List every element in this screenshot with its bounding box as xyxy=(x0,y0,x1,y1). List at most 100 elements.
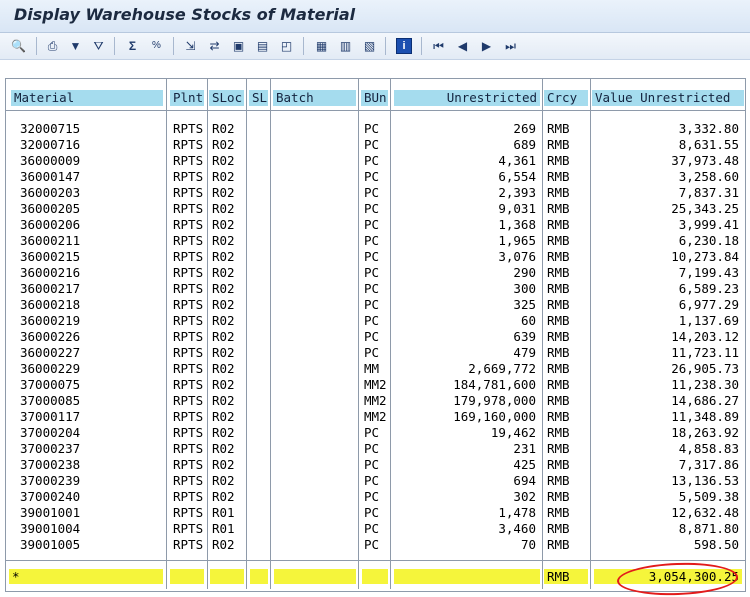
cell-sloc[interactable]: R02 xyxy=(209,442,245,456)
cell-value[interactable]: 11,348.89 xyxy=(594,410,742,424)
table-row[interactable]: 36000227 RPTS R02 PC 479 RMB 11,723.11 xyxy=(6,345,745,361)
cell-material[interactable]: 37000237 xyxy=(17,442,164,456)
cell-material[interactable]: 36000215 xyxy=(17,250,164,264)
cell-sl[interactable] xyxy=(250,186,268,200)
cell-plnt[interactable]: RPTS xyxy=(170,234,205,248)
cell-sl[interactable] xyxy=(250,410,268,424)
detail-icon[interactable]: 🔍 xyxy=(10,37,27,54)
cell-crcy[interactable]: RMB xyxy=(544,234,589,248)
cell-bun[interactable]: PC xyxy=(361,298,389,312)
table-icon[interactable]: ▦ xyxy=(313,37,330,54)
cell-value[interactable]: 37,973.48 xyxy=(594,154,742,168)
cell-material[interactable]: 36000205 xyxy=(17,202,164,216)
cell-sloc[interactable]: R01 xyxy=(209,522,245,536)
cell-sloc[interactable]: R02 xyxy=(209,298,245,312)
cell-plnt[interactable]: RPTS xyxy=(170,378,205,392)
cell-sl[interactable] xyxy=(250,266,268,280)
column-header-value[interactable]: Value Unrestricted xyxy=(592,90,744,106)
cell-value[interactable]: 12,632.48 xyxy=(594,506,742,520)
cell-bun[interactable]: PC xyxy=(361,218,389,232)
cell-bun[interactable]: PC xyxy=(361,522,389,536)
print-icon[interactable]: ⎙ xyxy=(44,37,61,54)
cell-sl[interactable] xyxy=(250,314,268,328)
cell-plnt[interactable]: RPTS xyxy=(170,186,205,200)
cell-unrestricted[interactable]: 639 xyxy=(394,330,539,344)
cell-sloc[interactable]: R02 xyxy=(209,250,245,264)
cell-material[interactable]: 36000227 xyxy=(17,346,164,360)
cell-plnt[interactable]: RPTS xyxy=(170,538,205,552)
cell-bun[interactable]: PC xyxy=(361,314,389,328)
cell-unrestricted[interactable]: 6,554 xyxy=(394,170,539,184)
cell-plnt[interactable]: RPTS xyxy=(170,458,205,472)
table-row[interactable]: 37000237 RPTS R02 PC 231 RMB 4,858.83 xyxy=(6,441,745,457)
column-header-bun[interactable]: BUn xyxy=(361,90,388,106)
cell-plnt[interactable]: RPTS xyxy=(170,250,205,264)
select-layout-icon[interactable]: ▣ xyxy=(230,37,247,54)
cell-sloc[interactable]: R02 xyxy=(209,218,245,232)
cell-plnt[interactable]: RPTS xyxy=(170,266,205,280)
cell-sl[interactable] xyxy=(250,234,268,248)
cell-sloc[interactable]: R02 xyxy=(209,138,245,152)
cell-plnt[interactable]: RPTS xyxy=(170,298,205,312)
cell-bun[interactable]: PC xyxy=(361,154,389,168)
cell-value[interactable]: 6,230.18 xyxy=(594,234,742,248)
cell-value[interactable]: 13,136.53 xyxy=(594,474,742,488)
cell-batch[interactable] xyxy=(274,394,356,408)
table-row[interactable]: 37000085 RPTS R02 MM2 179,978,000 RMB 14,686.2… xyxy=(6,393,745,409)
cell-crcy[interactable]: RMB xyxy=(544,490,589,504)
cell-plnt[interactable]: RPTS xyxy=(170,506,205,520)
cell-sloc[interactable]: R02 xyxy=(209,346,245,360)
cell-value[interactable]: 3,258.60 xyxy=(594,170,742,184)
cell-bun[interactable]: PC xyxy=(361,122,389,136)
cell-batch[interactable] xyxy=(274,202,356,216)
last-page-icon[interactable]: ⏭ xyxy=(502,37,519,54)
cell-sl[interactable] xyxy=(250,218,268,232)
cell-sloc[interactable]: R02 xyxy=(209,410,245,424)
cell-bun[interactable]: PC xyxy=(361,202,389,216)
cell-unrestricted[interactable]: 169,160,000 xyxy=(394,410,539,424)
cell-crcy[interactable]: RMB xyxy=(544,506,589,520)
cell-material[interactable]: 37000075 xyxy=(17,378,164,392)
cell-sloc[interactable]: R02 xyxy=(209,266,245,280)
cell-value[interactable]: 11,723.11 xyxy=(594,346,742,360)
cell-batch[interactable] xyxy=(274,538,356,552)
cell-unrestricted[interactable]: 60 xyxy=(394,314,539,328)
cell-sl[interactable] xyxy=(250,442,268,456)
cell-unrestricted[interactable]: 1,368 xyxy=(394,218,539,232)
cell-sloc[interactable]: R02 xyxy=(209,282,245,296)
next-page-icon[interactable]: ▶ xyxy=(478,37,495,54)
cell-sloc[interactable]: R02 xyxy=(209,458,245,472)
save-layout-icon[interactable]: ▤ xyxy=(254,37,271,54)
cell-value[interactable]: 7,837.31 xyxy=(594,186,742,200)
cell-sloc[interactable]: R02 xyxy=(209,170,245,184)
subtotal-icon[interactable]: % xyxy=(148,37,165,54)
cell-bun[interactable]: PC xyxy=(361,186,389,200)
cell-sl[interactable] xyxy=(250,202,268,216)
cell-material[interactable]: 36000216 xyxy=(17,266,164,280)
info-icon[interactable]: i xyxy=(396,38,412,54)
cell-crcy[interactable]: RMB xyxy=(544,458,589,472)
cell-bun[interactable]: PC xyxy=(361,506,389,520)
cell-crcy[interactable]: RMB xyxy=(544,186,589,200)
cell-crcy[interactable]: RMB xyxy=(544,202,589,216)
table-row[interactable]: 37000204 RPTS R02 PC 19,462 RMB 18,263.92 xyxy=(6,425,745,441)
cell-bun[interactable]: PC xyxy=(361,490,389,504)
first-page-icon[interactable]: ⏮ xyxy=(430,37,447,54)
cell-sloc[interactable]: R02 xyxy=(209,234,245,248)
cell-material[interactable]: 37000238 xyxy=(17,458,164,472)
column-header-unrestricted[interactable]: Unrestricted xyxy=(394,90,540,106)
table-row[interactable]: 37000240 RPTS R02 PC 302 RMB 5,509.38 xyxy=(6,489,745,505)
cell-batch[interactable] xyxy=(274,490,356,504)
cell-bun[interactable]: MM xyxy=(361,362,389,376)
export-icon[interactable]: ⇲ xyxy=(182,37,199,54)
cell-material[interactable]: 36000218 xyxy=(17,298,164,312)
cell-crcy[interactable]: RMB xyxy=(544,138,589,152)
column-header-sl[interactable]: SL xyxy=(249,90,268,106)
column-left-icon[interactable]: ▥ xyxy=(337,37,354,54)
cell-sloc[interactable]: R02 xyxy=(209,426,245,440)
cell-crcy[interactable]: RMB xyxy=(544,522,589,536)
cell-batch[interactable] xyxy=(274,362,356,376)
cell-batch[interactable] xyxy=(274,426,356,440)
cell-value[interactable]: 7,199.43 xyxy=(594,266,742,280)
cell-batch[interactable] xyxy=(274,314,356,328)
